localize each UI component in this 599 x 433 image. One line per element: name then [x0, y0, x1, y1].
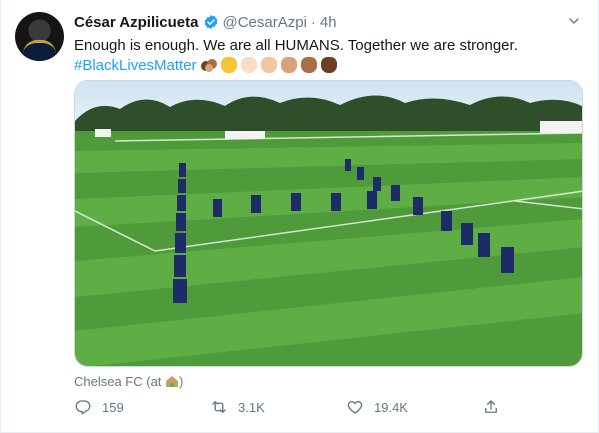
raised-fist-icon: [220, 57, 237, 73]
timestamp[interactable]: 4h: [320, 14, 337, 31]
retweet-button[interactable]: 3.1K: [210, 398, 265, 416]
share-icon: [485, 400, 497, 413]
separator-dot: ·: [310, 13, 316, 31]
location-text: Chelsea FC (at: [74, 374, 166, 389]
like-button[interactable]: 19.4K: [346, 398, 408, 416]
raised-fist-icon: [300, 57, 317, 73]
retweet-icon: [212, 401, 226, 413]
display-name[interactable]: César Azpilicueta: [74, 14, 199, 31]
tweet-text-line: Enough is enough. We are all HUMANS. Tog…: [74, 37, 518, 54]
tweet-header: César Azpilicueta @CesarAzpi · 4h: [74, 11, 337, 33]
raised-fist-icon: [240, 57, 257, 73]
share-button[interactable]: [482, 398, 510, 416]
fists-icon: [200, 59, 217, 72]
tweet-photo[interactable]: [74, 80, 583, 367]
chevron-down-icon[interactable]: [566, 13, 582, 29]
retweet-count: 3.1K: [238, 399, 265, 415]
heart-icon: [347, 400, 363, 414]
location-close: ): [179, 374, 184, 389]
emoji-row: [200, 57, 337, 73]
hashtag-link[interactable]: #BlackLivesMatter: [74, 57, 197, 74]
action-bar: 159 3.1K 19.4K: [74, 398, 524, 422]
raised-fist-icon: [320, 57, 337, 73]
reply-icon: [75, 400, 91, 415]
handle[interactable]: @CesarAzpi: [223, 14, 307, 31]
like-count: 19.4K: [374, 399, 408, 415]
reply-count: 159: [102, 399, 124, 415]
tweet-text: Enough is enough. We are all HUMANS. Tog…: [74, 36, 584, 76]
verified-badge-icon: [204, 15, 217, 29]
avatar[interactable]: [15, 12, 64, 61]
location-link[interactable]: Chelsea FC (at ): [74, 374, 183, 389]
raised-fist-icon: [260, 57, 277, 73]
tweet-card[interactable]: César Azpilicueta @CesarAzpi · 4h Enough…: [0, 0, 599, 433]
raised-fist-icon: [280, 57, 297, 73]
reply-button[interactable]: 159: [74, 398, 124, 416]
stadium-icon: [166, 376, 179, 387]
